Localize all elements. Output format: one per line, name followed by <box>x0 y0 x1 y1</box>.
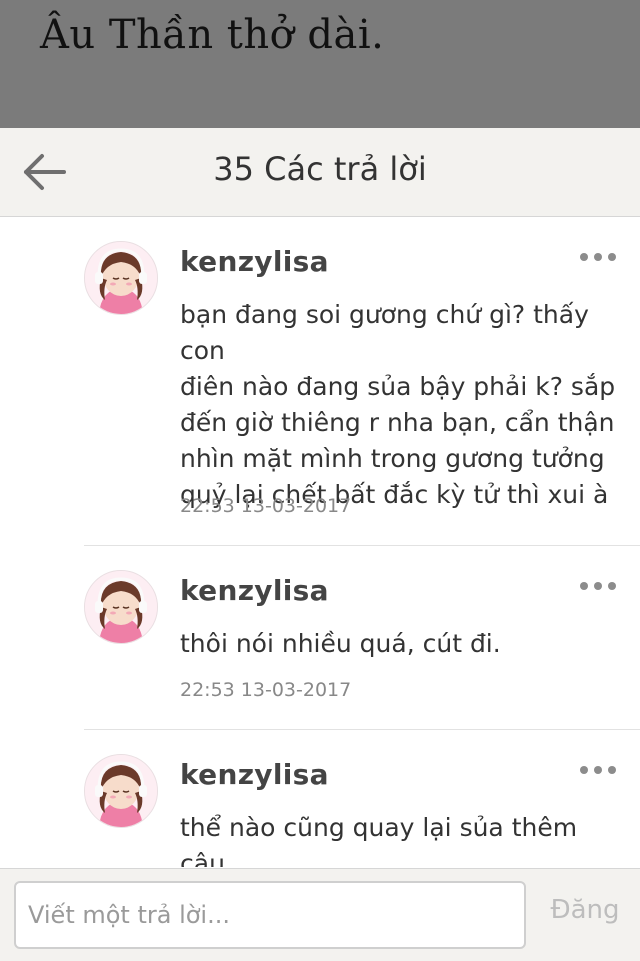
background-post-text: Âu Thần thở dài. <box>40 12 385 58</box>
reply-item: kenzylisa thôi nói nhiều quá, cút đi. 22… <box>84 546 640 730</box>
more-options-button[interactable] <box>578 762 618 778</box>
girl-headphones-avatar-icon <box>85 571 157 643</box>
reply-username[interactable]: kenzylisa <box>180 245 329 278</box>
more-horizontal-icon <box>580 253 616 261</box>
more-horizontal-icon <box>580 582 616 590</box>
reply-timestamp: 22:53 13-03-2017 <box>180 679 352 701</box>
more-horizontal-icon <box>580 766 616 774</box>
reply-content: thể nào cũng quay lại sủa thêm câu nữa c… <box>180 813 578 867</box>
post-button[interactable]: Đăng <box>540 895 630 925</box>
replies-header: 35 Các trả lời <box>0 128 640 217</box>
more-options-button[interactable] <box>578 249 618 265</box>
girl-headphones-avatar-icon <box>85 755 157 827</box>
reply-username[interactable]: kenzylisa <box>180 574 329 607</box>
reply-content: bạn đang soi gương chứ gì? thấy con điên… <box>180 300 616 509</box>
reply-list[interactable]: kenzylisa bạn đang soi gương chứ gì? thấ… <box>0 217 640 867</box>
background-post: Âu Thần thở dài. <box>0 0 640 128</box>
reply-content: thôi nói nhiều quá, cút đi. <box>180 629 501 658</box>
reply-timestamp: 22:53 13-03-2017 <box>180 495 352 517</box>
reply-item: kenzylisa bạn đang soi gương chứ gì? thấ… <box>84 217 640 546</box>
reply-username[interactable]: kenzylisa <box>180 758 329 791</box>
reply-composer: Đăng <box>0 868 640 961</box>
avatar[interactable] <box>84 570 158 644</box>
avatar[interactable] <box>84 754 158 828</box>
avatar[interactable] <box>84 241 158 315</box>
girl-headphones-avatar-icon <box>85 242 157 314</box>
reply-input[interactable] <box>14 881 526 949</box>
page-title: 35 Các trả lời <box>213 150 427 188</box>
more-options-button[interactable] <box>578 578 618 594</box>
reply-item: kenzylisa thể nào cũng quay lại sủa thêm… <box>84 730 640 867</box>
